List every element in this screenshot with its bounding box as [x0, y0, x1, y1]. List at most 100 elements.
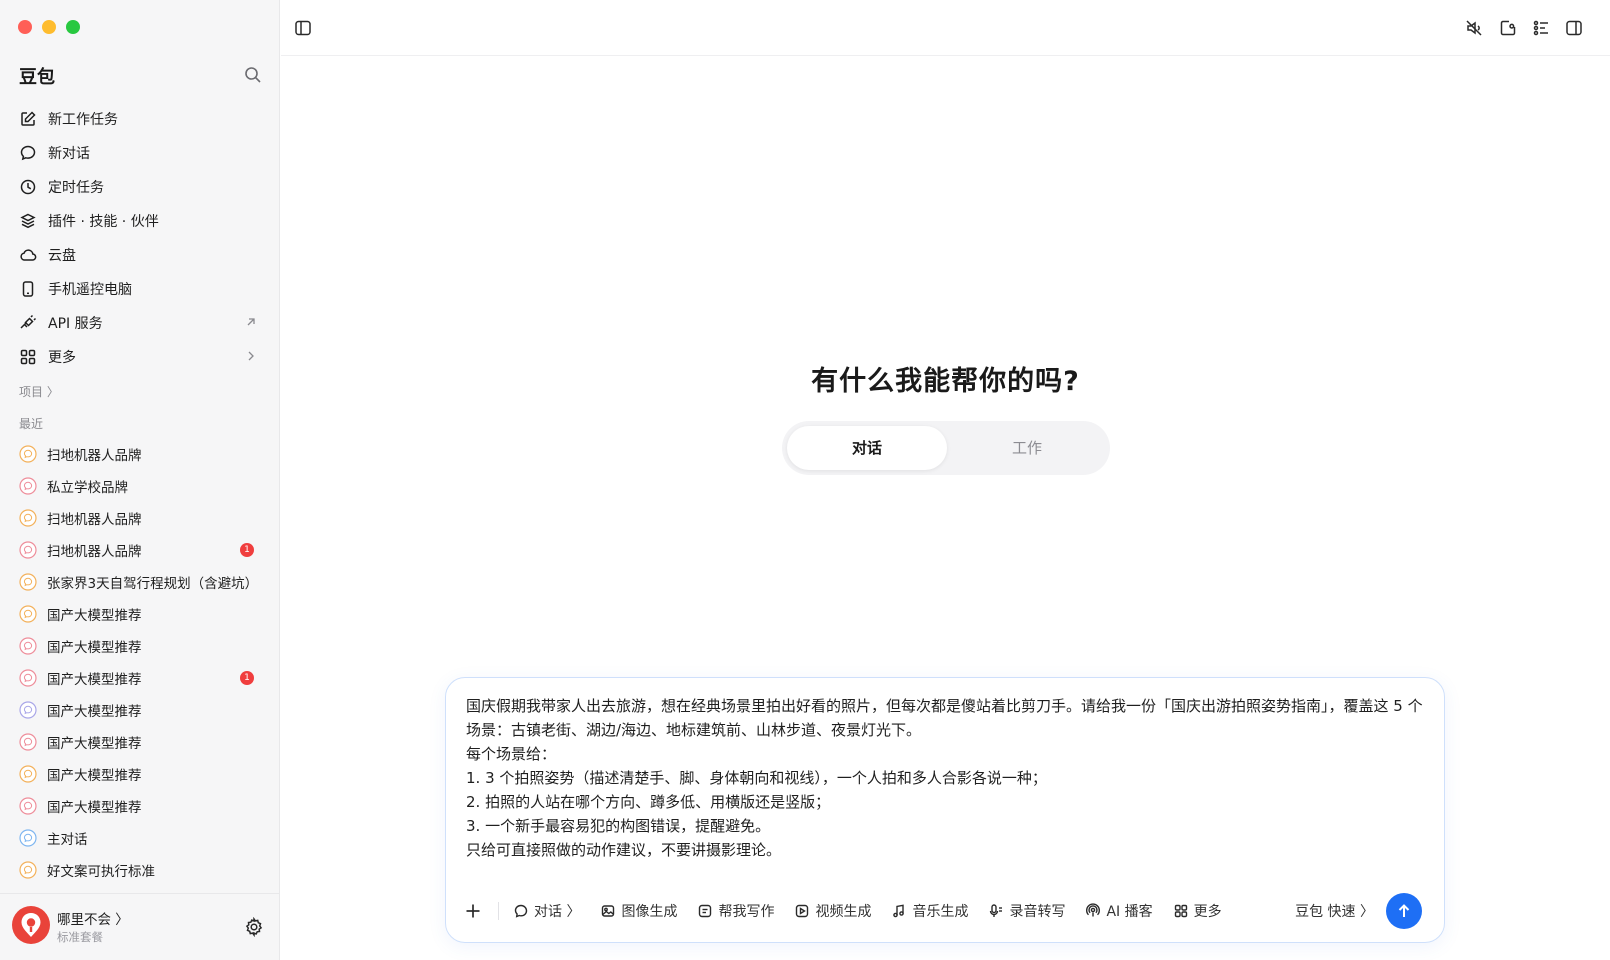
recent-chat-item[interactable]: 扫地机器人品牌: [10, 502, 270, 534]
new-window-icon[interactable]: [1498, 18, 1518, 38]
user-plan: 标准套餐: [57, 930, 103, 944]
recent-chat-item[interactable]: 国产大模型推荐: [10, 758, 270, 790]
user-name[interactable]: 哪里不会 〉: [57, 908, 129, 928]
chevron-right-icon: [248, 351, 254, 361]
task-list-icon[interactable]: [1531, 18, 1551, 38]
sidebar-item-label: 云盘: [48, 248, 76, 264]
sidebar-toggle-icon[interactable]: [293, 18, 313, 38]
recent-chat-label: 国产大模型推荐: [47, 704, 142, 720]
recent-chat-item[interactable]: 国产大模型推荐 1: [10, 662, 270, 694]
chat-avatar-icon: [19, 509, 37, 527]
tool-button-music-note[interactable]: 音乐生成: [883, 896, 976, 926]
tool-label: 录音转写: [1009, 904, 1066, 920]
projects-section-label[interactable]: 项目 〉: [19, 383, 59, 400]
prompt-line: 2. 拍照的人站在哪个方向、蹲多低、用横版还是竖版；: [466, 793, 831, 811]
attach-button[interactable]: [460, 896, 490, 926]
mute-icon[interactable]: [1464, 18, 1484, 38]
unread-badge: 1: [240, 671, 254, 685]
tool-button-microphone[interactable]: 录音转写: [980, 896, 1073, 926]
tool-button-podcast[interactable]: AI 播客: [1077, 896, 1160, 926]
recent-chat-item[interactable]: 国产大模型推荐: [10, 630, 270, 662]
tool-button-grid[interactable]: 更多: [1165, 896, 1230, 926]
recent-chat-label: 国产大模型推荐: [47, 640, 142, 656]
prompt-line: 每个场景给：: [466, 745, 557, 763]
prompt-line: 只给可直接照做的动作建议，不要讲摄影理论。: [466, 841, 782, 859]
tool-label: 图像生成: [621, 904, 678, 920]
recent-chat-item[interactable]: 扫地机器人品牌: [10, 438, 270, 470]
tool-label: 帮我写作: [718, 904, 775, 920]
sidebar-item-label: 定时任务: [48, 180, 104, 196]
prompt-line: 国庆假期我带家人出去旅游，想在经典场景里拍出好看的照片，但每次都是傻站着比剪刀手…: [466, 697, 1423, 739]
sidebar-menu: 新工作任务 新对话 定时任务 插件 · 技能 · 伙伴 云盘 手机遥控电脑 AP…: [10, 102, 270, 374]
gear-icon[interactable]: [244, 917, 264, 937]
recent-chat-label: 国产大模型推荐: [47, 768, 142, 784]
recent-chat-label: 私立学校品牌: [47, 480, 128, 496]
send-button[interactable]: [1386, 893, 1422, 929]
edit-icon: [19, 110, 37, 128]
recent-chat-item[interactable]: 张家界3天自驾行程规划（含避坑）: [10, 566, 270, 598]
api-icon: [19, 314, 37, 332]
sidebar-item-api-service[interactable]: API 服务: [10, 306, 270, 340]
page-title: 有什么我能帮你的吗?: [811, 366, 1080, 397]
chat-avatar-icon: [19, 669, 37, 687]
sidebar-item-phone-remote[interactable]: 手机遥控电脑: [10, 272, 270, 306]
prompt-input[interactable]: 国庆假期我带家人出去旅游，想在经典场景里拍出好看的照片，但每次都是傻站着比剪刀手…: [466, 694, 1426, 862]
mode-toggle: 对话 工作: [782, 421, 1110, 475]
close-window-button[interactable]: [18, 20, 32, 34]
tool-button-chat-bubble[interactable]: 对话 〉: [505, 896, 588, 926]
recent-chat-item[interactable]: 扫地机器人品牌 1: [10, 534, 270, 566]
phone-icon: [19, 280, 37, 298]
video-icon: [796, 904, 809, 918]
recent-chat-item[interactable]: 主对话: [10, 822, 270, 854]
model-selector[interactable]: 豆包 快速 〉: [1295, 901, 1374, 921]
recent-chat-label: 张家界3天自驾行程规划（含避坑）: [47, 576, 259, 592]
sidebar-item-new-work-task[interactable]: 新工作任务: [10, 102, 270, 136]
main-area: 有什么我能帮你的吗? 对话 工作 国庆假期我带家人出去旅游，想在经典场景里拍出好…: [281, 0, 1610, 960]
sidebar-item-cloud-drive[interactable]: 云盘: [10, 238, 270, 272]
sidebar-item-plugins[interactable]: 插件 · 技能 · 伙伴: [10, 204, 270, 238]
recent-chat-label: 扫地机器人品牌: [47, 512, 142, 528]
sidebar-item-new-chat[interactable]: 新对话: [10, 136, 270, 170]
sidebar-item-scheduled-tasks[interactable]: 定时任务: [10, 170, 270, 204]
chat-bubble-icon: [19, 144, 37, 162]
sidebar-item-label: 更多: [48, 350, 76, 366]
tab-chat-mode[interactable]: 对话: [787, 426, 947, 470]
chat-avatar-icon: [19, 797, 37, 815]
recent-chat-label: 扫地机器人品牌: [47, 544, 142, 560]
right-panel-toggle-icon[interactable]: [1564, 18, 1584, 38]
recent-chat-item[interactable]: 国产大模型推荐: [10, 790, 270, 822]
avatar[interactable]: [12, 906, 50, 944]
window-controls: [18, 20, 80, 34]
chat-avatar-icon: [19, 541, 37, 559]
cloud-icon: [19, 246, 37, 264]
maximize-window-button[interactable]: [66, 20, 80, 34]
tool-list: 对话 〉 图像生成 帮我写作 视频生成 音乐生成 录音转写 AI 播客 更多: [505, 896, 1234, 926]
tool-button-image[interactable]: 图像生成: [592, 896, 685, 926]
write-icon: [699, 904, 712, 918]
sidebar: 豆包 新工作任务 新对话 定时任务 插件 · 技能 · 伙伴 云盘 手机遥控电脑…: [0, 0, 280, 960]
composer-toolbar: 对话 〉 图像生成 帮我写作 视频生成 音乐生成 录音转写 AI 播客 更多 豆包 快速 〉: [460, 893, 1430, 929]
sidebar-item-more[interactable]: 更多: [10, 340, 270, 374]
top-toolbar: [281, 0, 1610, 56]
recent-chat-item[interactable]: 国产大模型推荐: [10, 726, 270, 758]
recent-chat-label: 扫地机器人品牌: [47, 448, 142, 464]
clock-icon: [19, 178, 37, 196]
prompt-line: 3. 一个新手最容易犯的构图错误，提醒避免。: [466, 817, 771, 835]
recent-chat-item[interactable]: 国产大模型推荐: [10, 598, 270, 630]
sidebar-item-label: 插件 · 技能 · 伙伴: [48, 214, 159, 230]
message-composer[interactable]: 国庆假期我带家人出去旅游，想在经典场景里拍出好看的照片，但每次都是傻站着比剪刀手…: [445, 677, 1445, 943]
tab-work-mode[interactable]: 工作: [947, 426, 1107, 470]
app-window: 豆包 新工作任务 新对话 定时任务 插件 · 技能 · 伙伴 云盘 手机遥控电脑…: [0, 0, 1610, 960]
chat-avatar-icon: [19, 701, 37, 719]
minimize-window-button[interactable]: [42, 20, 56, 34]
search-icon[interactable]: [244, 66, 262, 84]
tool-button-write[interactable]: 帮我写作: [689, 896, 782, 926]
unread-badge: 1: [240, 543, 254, 557]
recent-chat-item[interactable]: 好文案可执行标准: [10, 854, 270, 886]
tool-button-video[interactable]: 视频生成: [786, 896, 879, 926]
recent-chat-item[interactable]: 国产大模型推荐: [10, 694, 270, 726]
recent-chat-item[interactable]: 私立学校品牌: [10, 470, 270, 502]
user-profile-bar[interactable]: 哪里不会 〉 标准套餐: [0, 893, 280, 960]
tool-label: 音乐生成: [912, 904, 969, 920]
sidebar-item-label: 新工作任务: [48, 112, 118, 128]
